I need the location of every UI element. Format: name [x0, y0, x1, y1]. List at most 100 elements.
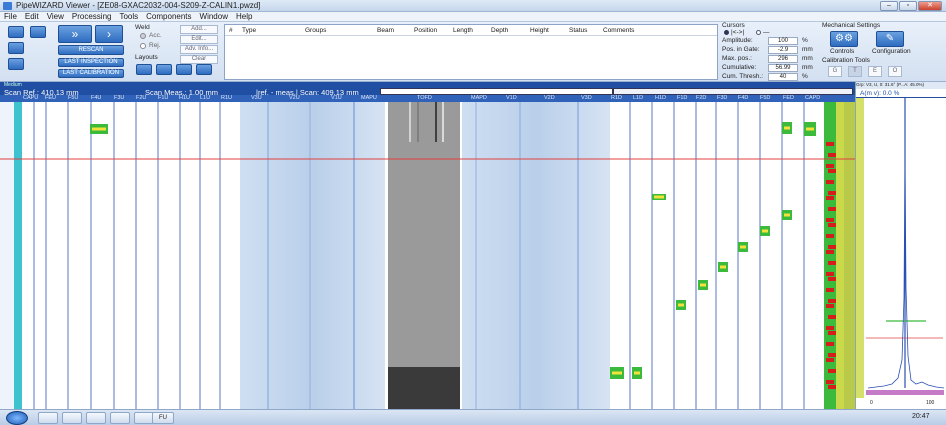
- minimize-button[interactable]: –: [880, 1, 898, 11]
- last-calibration-button[interactable]: LAST CALIBRATION: [58, 69, 124, 78]
- cursor-row-value[interactable]: 296: [768, 55, 798, 63]
- channel-label: F4U: [91, 95, 102, 101]
- explorer-icon[interactable]: [62, 412, 82, 424]
- close-button[interactable]: ✕: [918, 1, 942, 11]
- next-icon[interactable]: ›: [95, 25, 123, 43]
- rescan-button[interactable]: RESCAN: [58, 45, 124, 55]
- clear-button[interactable]: Clear: [180, 55, 218, 64]
- active-task[interactable]: FU: [152, 412, 174, 424]
- menu-window[interactable]: Window: [196, 12, 232, 22]
- reject-mark: [826, 218, 834, 222]
- indication-core: [654, 195, 664, 199]
- save-icon[interactable]: [30, 26, 46, 38]
- layout-3-icon[interactable]: [176, 64, 192, 75]
- status-lane-green: [824, 102, 836, 409]
- amplitude-label: A(m v): 0.0 %: [860, 90, 900, 97]
- scan-range-box: [613, 88, 853, 95]
- menu-components[interactable]: Components: [142, 12, 195, 22]
- cursor-row-label: Pos. in Gate:: [722, 46, 760, 53]
- channel-label: V3D: [581, 95, 592, 101]
- weld-label: Weld: [135, 24, 150, 31]
- restore-button[interactable]: ▫: [899, 1, 917, 11]
- channel-label: H1D: [655, 95, 667, 101]
- fast-forward-icon[interactable]: »: [58, 25, 92, 43]
- indication-core: [678, 303, 684, 307]
- channel-label: F2D: [696, 95, 707, 101]
- rej-radio[interactable]: [140, 43, 146, 49]
- acc-radio[interactable]: [140, 33, 146, 39]
- app-icon: [3, 2, 12, 10]
- link-icon[interactable]: [8, 42, 24, 54]
- channel-label: FEU: [45, 95, 56, 101]
- tofd-backwall: [388, 367, 460, 409]
- cursor-mode-b-label: —: [763, 29, 770, 36]
- cal-g-button[interactable]: G: [828, 66, 842, 77]
- add-button[interactable]: Add...: [180, 25, 218, 34]
- menu-edit[interactable]: Edit: [21, 12, 43, 22]
- channel-label: F1D: [677, 95, 688, 101]
- cal-o-button[interactable]: O: [888, 66, 902, 77]
- cursor-row-unit: mm: [802, 55, 813, 62]
- cursor-mode-b-radio[interactable]: [756, 30, 761, 35]
- indication-core: [634, 371, 640, 375]
- cursor-row-value[interactable]: -2.9: [768, 46, 798, 54]
- reject-mark: [828, 331, 836, 335]
- calibration-tools-title: Calibration Tools: [822, 57, 870, 64]
- channel-label: FED: [783, 95, 794, 101]
- indications-table[interactable]: # Type Groups Beam Position Length Depth…: [224, 24, 718, 80]
- col-type: Type: [242, 27, 257, 34]
- gears-icon[interactable]: ⚙⚙: [830, 31, 858, 47]
- taskbar: FU 20:47: [0, 409, 946, 425]
- layout-4-icon[interactable]: [196, 64, 212, 75]
- reject-mark: [826, 196, 834, 200]
- bscan-downstream: [462, 102, 610, 409]
- folder-icon[interactable]: [86, 412, 106, 424]
- layout-2-icon[interactable]: [156, 64, 172, 75]
- status-lane-yellow: [836, 102, 844, 409]
- reject-mark: [826, 272, 834, 276]
- menu-tools[interactable]: Tools: [115, 12, 142, 22]
- col-depth: Depth: [491, 27, 509, 34]
- cursor-row-value[interactable]: 100: [768, 37, 798, 45]
- edit-button[interactable]: Edit...: [180, 35, 218, 44]
- cursor-row-value[interactable]: 56.99: [768, 64, 798, 72]
- reject-mark: [826, 342, 834, 346]
- wrench-icon[interactable]: ✎: [876, 31, 904, 47]
- indication-core: [806, 127, 814, 131]
- menu-view[interactable]: View: [43, 12, 68, 22]
- channel-label: H1U: [179, 95, 191, 101]
- cal-e-button[interactable]: E: [868, 66, 882, 77]
- channel-label: V1U: [331, 95, 342, 101]
- layout-1-icon[interactable]: [136, 64, 152, 75]
- channel-label: F5U: [68, 95, 79, 101]
- ascan-plot[interactable]: [856, 98, 946, 398]
- last-inspection-button[interactable]: LAST INSPECTION: [58, 58, 124, 67]
- ie-icon[interactable]: [38, 412, 58, 424]
- strip-chart-area[interactable]: [0, 102, 855, 409]
- channel-label: F3D: [717, 95, 728, 101]
- reject-mark: [828, 153, 836, 157]
- media-icon[interactable]: [110, 412, 130, 424]
- cursor-row-value[interactable]: 40: [768, 73, 798, 81]
- col-height: Height: [530, 27, 549, 34]
- indication-core: [92, 127, 106, 131]
- channel-label: L1U: [200, 95, 211, 101]
- indication-core: [612, 371, 622, 375]
- menu-help[interactable]: Help: [232, 12, 256, 22]
- pw-icon[interactable]: [134, 412, 154, 424]
- layouts-label: Layouts: [135, 54, 158, 61]
- layers-icon[interactable]: [8, 58, 24, 70]
- open-file-icon[interactable]: [8, 26, 24, 38]
- strip-chart-canvas[interactable]: [0, 102, 855, 409]
- col-length: Length: [453, 27, 473, 34]
- cursor-mode-a-radio[interactable]: [724, 30, 729, 35]
- start-button[interactable]: [6, 411, 28, 425]
- reject-mark: [826, 250, 834, 254]
- cursor-row-unit: mm: [802, 64, 813, 71]
- menu-processing[interactable]: Processing: [68, 12, 116, 22]
- status-lane-yellow-2: [844, 102, 855, 409]
- adv-info-button[interactable]: Adv. Info...: [180, 45, 218, 54]
- menu-file[interactable]: File: [0, 12, 21, 22]
- reject-mark: [828, 223, 836, 227]
- cal-t-button[interactable]: T: [848, 66, 862, 77]
